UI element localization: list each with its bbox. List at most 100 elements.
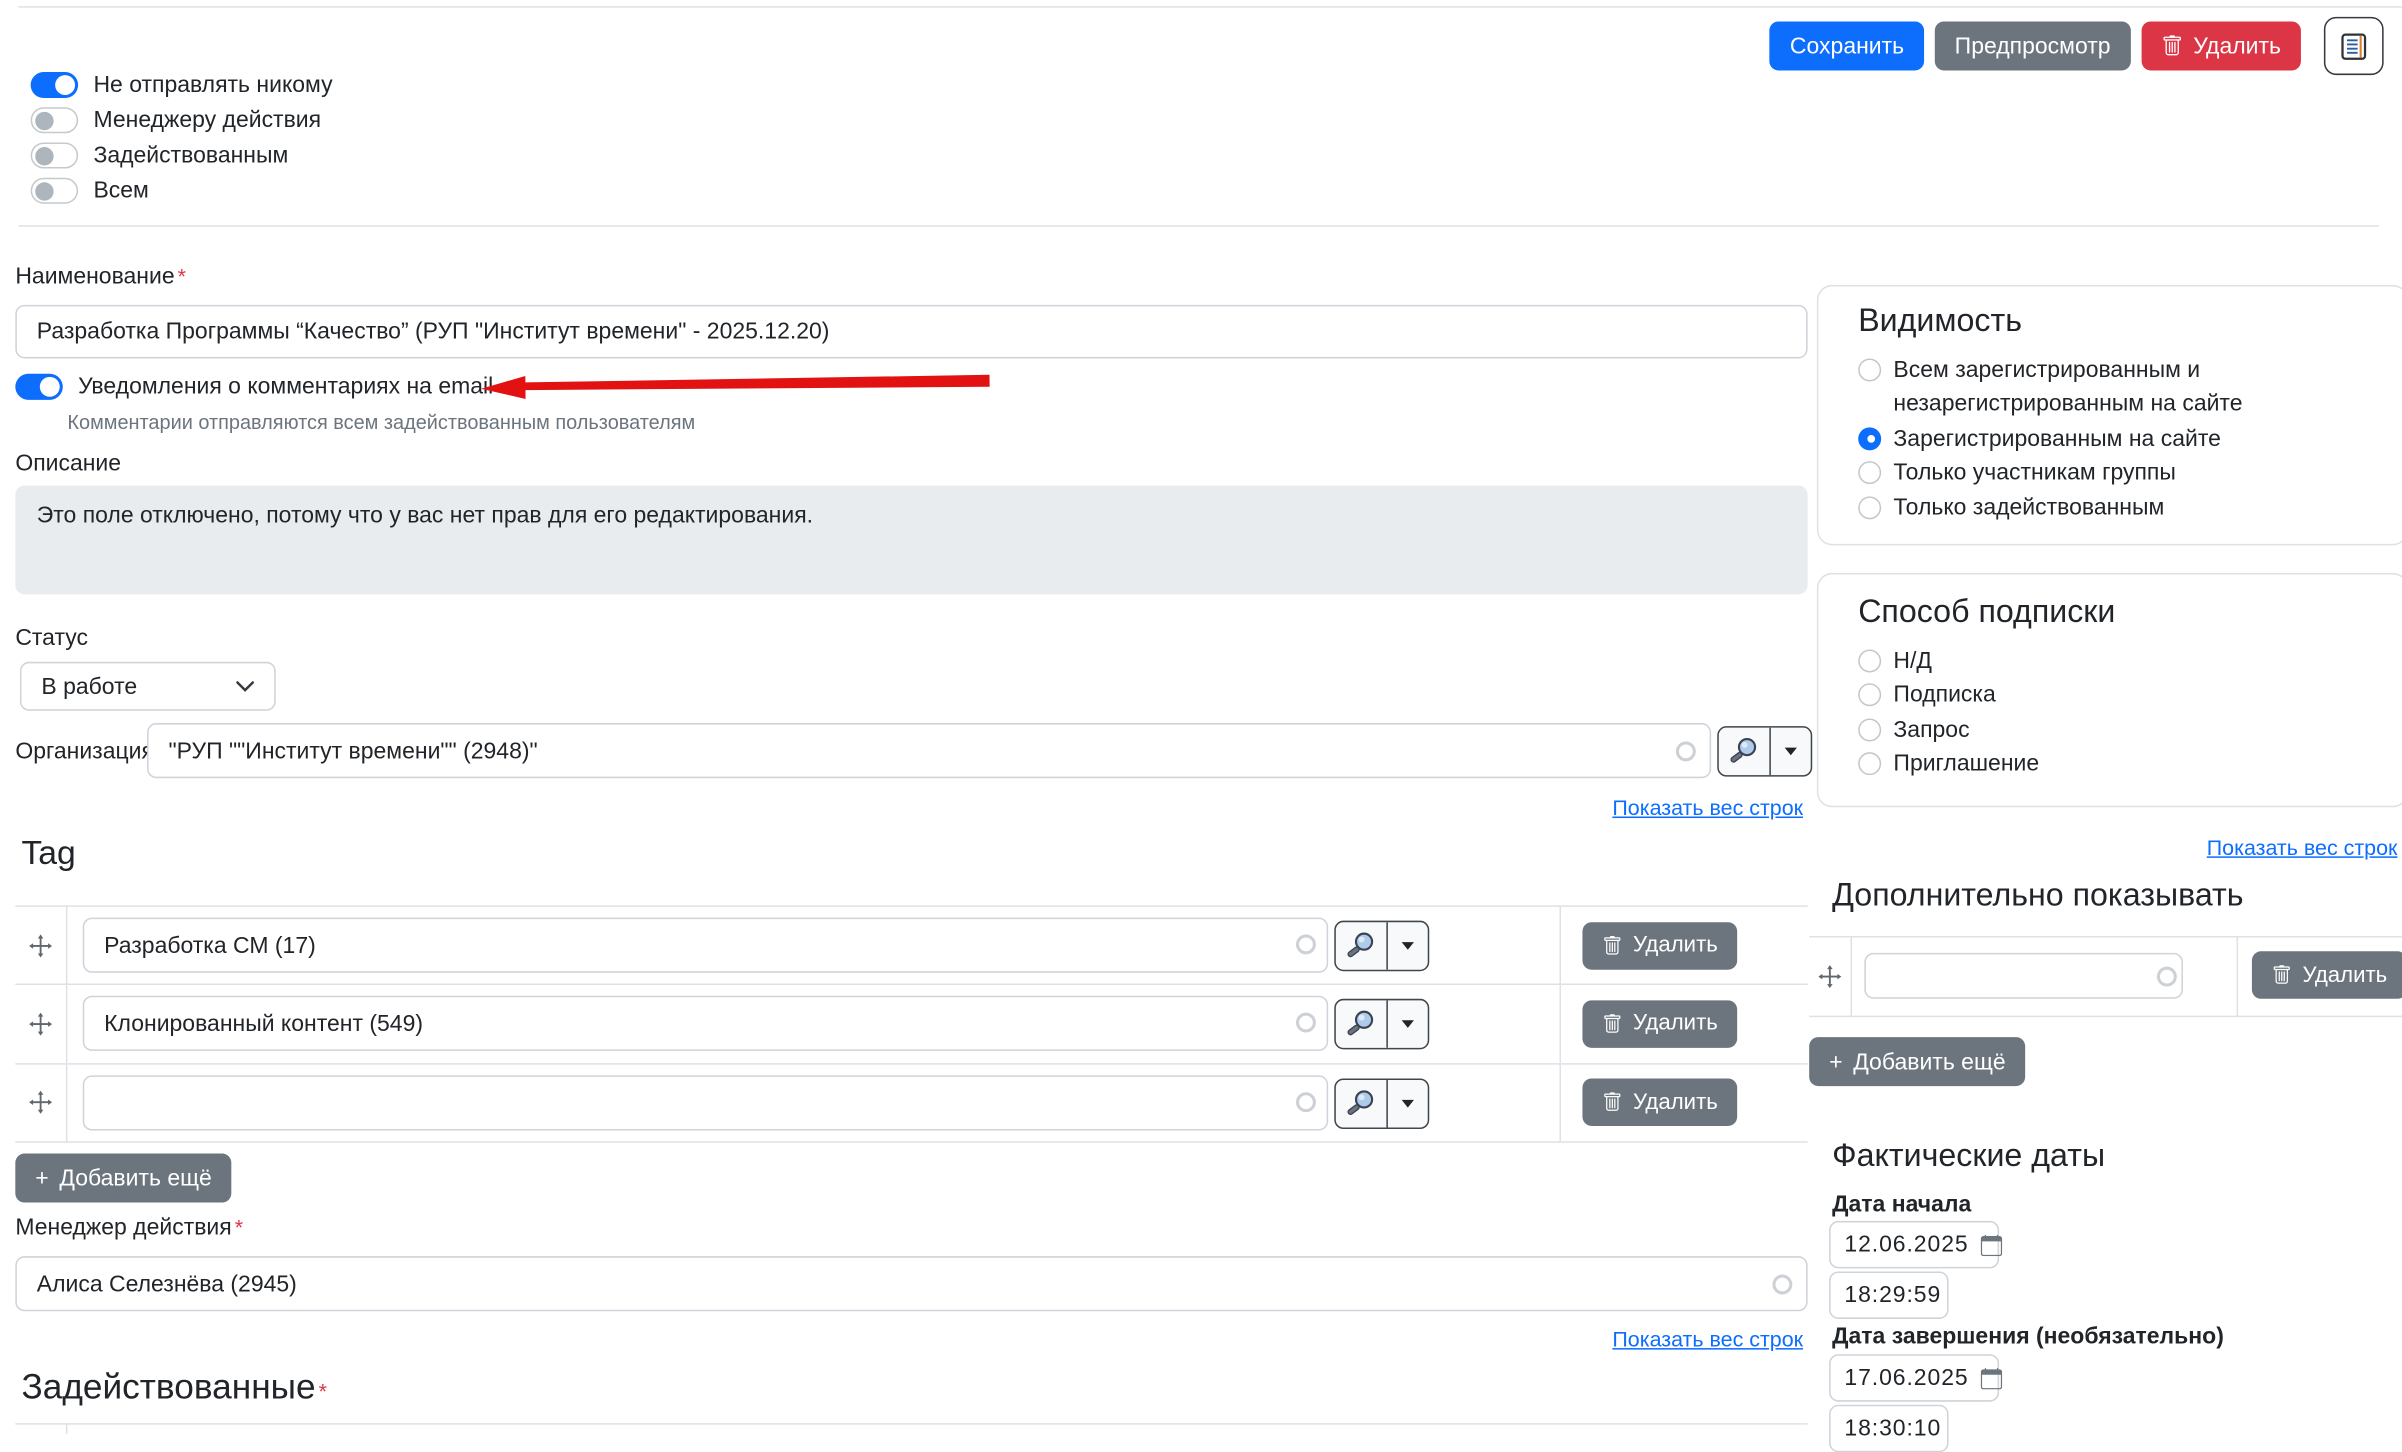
- radio-icon[interactable]: [1858, 684, 1881, 707]
- subscription-option[interactable]: Подписка: [1858, 679, 2382, 713]
- toggle-all[interactable]: [31, 178, 78, 204]
- status-select-value: В работе: [41, 673, 137, 699]
- radio-icon[interactable]: [1858, 496, 1881, 519]
- visibility-option[interactable]: Всем зарегистрированным и незарегистриро…: [1858, 354, 2382, 423]
- radio-icon[interactable]: [1858, 358, 1881, 381]
- send-option-row: Не отправлять никому: [31, 70, 333, 99]
- option-label: Н/Д: [1893, 645, 1932, 679]
- tag-delete-button[interactable]: Удалить: [1582, 922, 1737, 969]
- search-button[interactable]: [1719, 728, 1771, 775]
- radio-icon[interactable]: [1858, 752, 1881, 775]
- email-notifications-toggle[interactable]: [15, 374, 62, 400]
- drag-handle[interactable]: [15, 907, 67, 984]
- caret-down-icon: [1402, 1021, 1414, 1029]
- toggle-manager[interactable]: [31, 107, 78, 133]
- additional-delete-button[interactable]: Удалить: [2252, 951, 2402, 998]
- option-label: Приглашение: [1893, 748, 2039, 782]
- end-time-input[interactable]: 18:30:10: [1829, 1405, 1948, 1452]
- radio-icon[interactable]: [1858, 718, 1881, 741]
- show-all-rows-link-sidebar[interactable]: Показать вес строк: [2207, 835, 2398, 860]
- move-icon: [29, 1091, 52, 1114]
- journal-icon: [2338, 30, 2370, 62]
- toggle-label: Менеджеру действия: [93, 107, 321, 133]
- show-all-rows-link-organization[interactable]: Показать вес строк: [1612, 795, 1803, 820]
- tag-input-wrap: [83, 996, 1423, 1051]
- radio-icon[interactable]: [1858, 650, 1881, 673]
- actual-dates-title: Фактические даты: [1832, 1138, 2105, 1175]
- trash-icon: [1602, 935, 1622, 955]
- description-value: Это поле отключено, потому что у вас нет…: [37, 502, 813, 528]
- status-select[interactable]: В работе: [20, 662, 276, 711]
- toggle-involved[interactable]: [31, 142, 78, 168]
- additional-show-input[interactable]: [1864, 953, 2183, 999]
- toolbar: Сохранить Предпросмотр Удалить: [1770, 17, 2384, 75]
- tag-delete-button[interactable]: Удалить: [1582, 1079, 1737, 1126]
- tag-input[interactable]: [83, 996, 1328, 1051]
- start-time-input[interactable]: 18:29:59: [1829, 1271, 1948, 1318]
- show-all-rows-link-manager[interactable]: Показать вес строк: [1612, 1327, 1803, 1352]
- radio-icon[interactable]: [1858, 461, 1881, 484]
- red-arrow-annotation: [479, 371, 991, 408]
- end-date-input[interactable]: 17.06.2025: [1829, 1354, 1999, 1401]
- start-date-input[interactable]: 12.06.2025: [1829, 1221, 1999, 1268]
- delete-button[interactable]: Удалить: [2141, 21, 2301, 70]
- calendar-icon[interactable]: [1981, 1367, 2002, 1388]
- tag-lookup: [1334, 921, 1429, 972]
- search-button[interactable]: [1336, 1080, 1388, 1127]
- move-icon: [29, 1012, 52, 1035]
- tag-delete-cell: Удалить: [1559, 907, 1807, 984]
- preview-button[interactable]: Предпросмотр: [1935, 21, 2131, 70]
- end-time-value: 18:30:10: [1844, 1415, 1941, 1441]
- manager-label: Менеджер действия*: [15, 1215, 243, 1241]
- radio-checked-icon[interactable]: [1858, 427, 1881, 450]
- tag-delete-button[interactable]: Удалить: [1582, 1000, 1737, 1047]
- email-toggle-help: Комментарии отправляются всем задействов…: [67, 411, 695, 434]
- drag-handle[interactable]: [15, 985, 67, 1062]
- lookup-dropdown-button[interactable]: [1388, 1080, 1428, 1127]
- search-button[interactable]: [1336, 922, 1388, 969]
- organization-input[interactable]: [147, 723, 1711, 778]
- start-time-value: 18:29:59: [1844, 1282, 1941, 1308]
- trash-icon: [2272, 965, 2292, 985]
- subscription-option[interactable]: Н/Д: [1858, 645, 2382, 679]
- subscription-title: Способ подписки: [1858, 594, 2402, 631]
- name-input[interactable]: [15, 305, 1807, 359]
- toggle-label: Задействованным: [93, 142, 288, 168]
- visibility-option[interactable]: Только задействованным: [1858, 491, 2382, 525]
- lookup-dropdown-button[interactable]: [1388, 1001, 1428, 1048]
- move-icon: [1818, 965, 1841, 988]
- tag-input[interactable]: [83, 918, 1328, 973]
- option-label: Зарегистрированным на сайте: [1893, 423, 2220, 457]
- plus-icon: +: [35, 1165, 48, 1191]
- send-option-row: Всем: [31, 176, 333, 205]
- journal-button[interactable]: [2324, 17, 2384, 75]
- tag-delete-cell: Удалить: [1559, 1064, 1807, 1141]
- lookup-dropdown-button[interactable]: [1771, 728, 1811, 775]
- tag-input[interactable]: [83, 1075, 1328, 1130]
- required-mark: *: [178, 263, 186, 288]
- search-button[interactable]: [1336, 1001, 1388, 1048]
- drag-handle[interactable]: [15, 1064, 67, 1141]
- delete-label: Удалить: [1633, 1090, 1718, 1115]
- required-mark: *: [235, 1215, 243, 1240]
- calendar-icon[interactable]: [1981, 1234, 2002, 1255]
- tag-row: Удалить: [15, 984, 1807, 1063]
- visibility-option[interactable]: Только участникам группы: [1858, 457, 2382, 491]
- option-label: Только участникам группы: [1893, 457, 2175, 491]
- lookup-dropdown-button[interactable]: [1388, 922, 1428, 969]
- visibility-option[interactable]: Зарегистрированным на сайте: [1858, 423, 2382, 457]
- required-mark: *: [319, 1379, 327, 1404]
- delete-button-label: Удалить: [2193, 33, 2281, 59]
- save-button[interactable]: Сохранить: [1770, 21, 1924, 70]
- tag-delete-cell: Удалить: [1559, 985, 1807, 1062]
- tag-input-wrap: [83, 1075, 1423, 1130]
- add-more-label: Добавить ещё: [1853, 1049, 2005, 1075]
- additional-add-more-button[interactable]: + Добавить ещё: [1809, 1037, 2025, 1086]
- toggle-no-send[interactable]: [31, 72, 78, 98]
- add-more-tags-button[interactable]: + Добавить ещё: [15, 1154, 231, 1203]
- subscription-option[interactable]: Приглашение: [1858, 748, 2382, 782]
- manager-input[interactable]: [15, 1256, 1807, 1311]
- subscription-option[interactable]: Запрос: [1858, 714, 2382, 748]
- end-date-value: 17.06.2025: [1844, 1365, 1968, 1391]
- drag-handle[interactable]: [1809, 938, 1852, 1016]
